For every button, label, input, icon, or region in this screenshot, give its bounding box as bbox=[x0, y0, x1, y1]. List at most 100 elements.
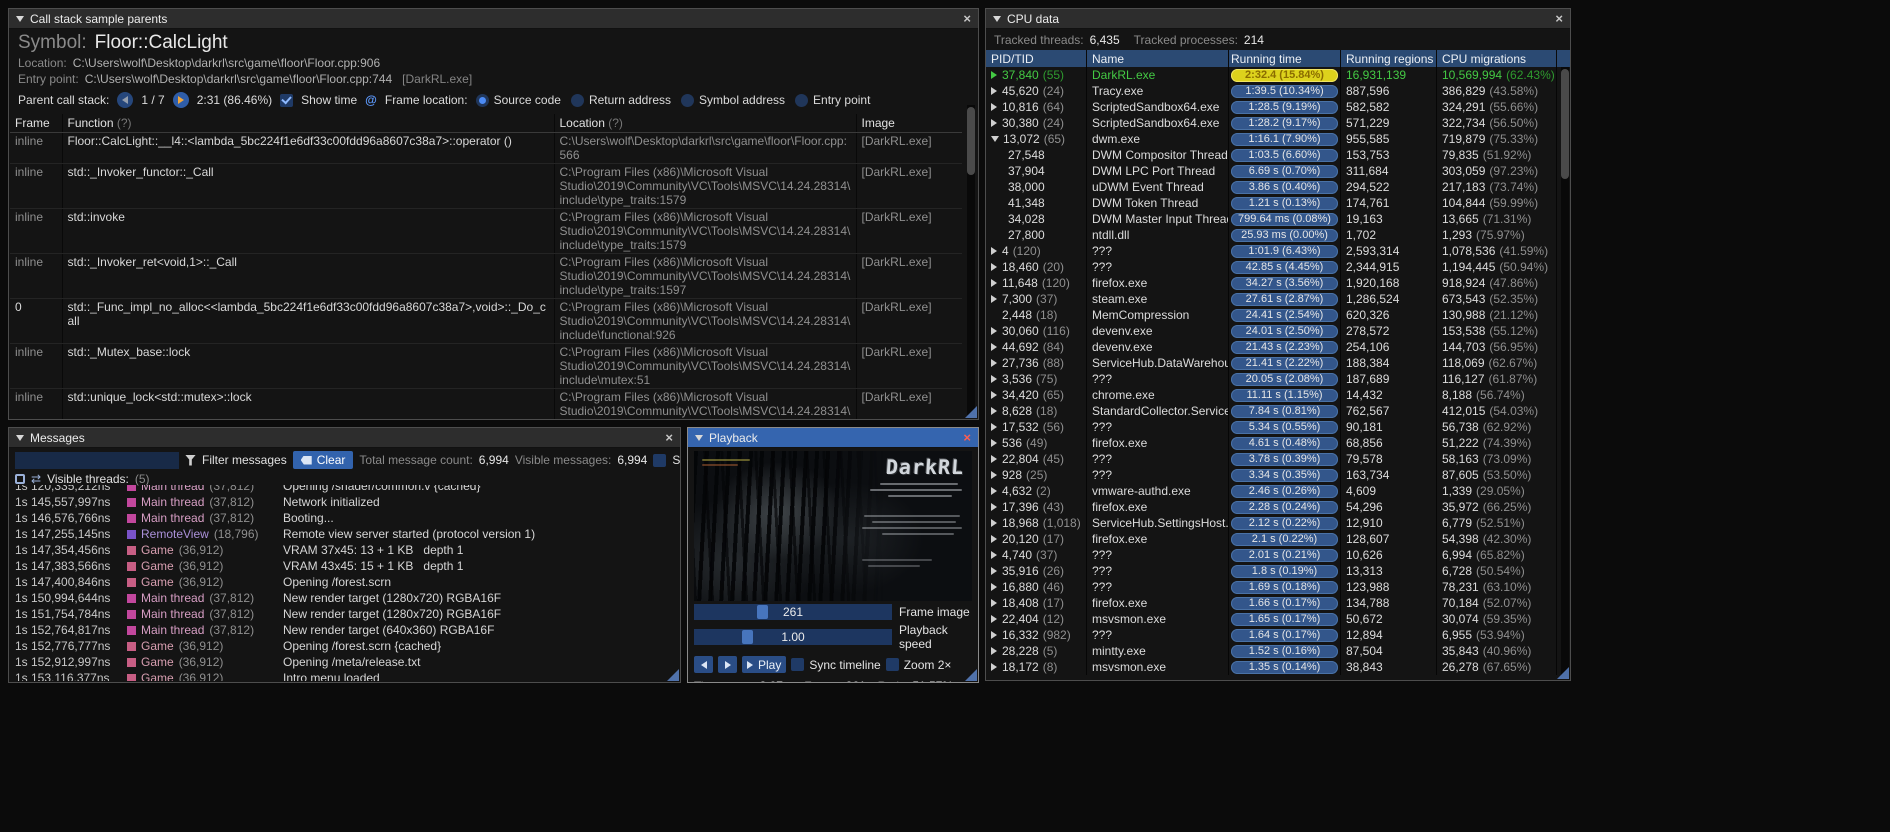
cpu-row[interactable]: 34,420 (65) chrome.exe 11.11 s (1.15%) 14,43… bbox=[986, 387, 1570, 403]
message-row[interactable]: 1s 147,383,566ns Game (36,912) VRAM 43x45: … bbox=[10, 558, 679, 574]
cpu-row[interactable]: 18,968 (1,018) ServiceHub.SettingsHost.ex 2… bbox=[986, 515, 1570, 531]
expand-icon[interactable] bbox=[991, 503, 997, 511]
cpu-row[interactable]: 18,172 (8) msvsmon.exe 1.35 s (0.14%) 38,843… bbox=[986, 659, 1570, 675]
expand-icon[interactable] bbox=[991, 647, 997, 655]
clear-button[interactable]: Clear bbox=[292, 451, 354, 469]
expand-icon[interactable] bbox=[991, 327, 997, 335]
cpu-row[interactable]: 4,632 (2) vmware-authd.exe 2.46 s (0.26%) 4,… bbox=[986, 483, 1570, 499]
callstack-row[interactable]: inline std::_Invoker_ret<void,1>::_Call C:… bbox=[10, 253, 962, 299]
expand-icon[interactable] bbox=[991, 631, 997, 639]
cpu-row[interactable]: 3,536 (75)??? 20.05 s (2.08%) 187,689 116,12… bbox=[986, 371, 1570, 387]
cpu-row[interactable]: 34,028 DWM Master Input Thread 799.64 ms (… bbox=[986, 211, 1570, 227]
expand-icon[interactable] bbox=[991, 375, 997, 383]
next-callstack-button[interactable] bbox=[172, 92, 189, 108]
close-icon[interactable]: × bbox=[665, 431, 673, 444]
radio-icon[interactable] bbox=[681, 93, 694, 107]
col-frame[interactable]: Frame bbox=[10, 114, 63, 133]
collapse-icon[interactable] bbox=[16, 15, 24, 22]
cpu-row[interactable]: 44,692 (84) devenv.exe 21.43 s (2.23%) 254,1… bbox=[986, 339, 1570, 355]
expand-icon[interactable] bbox=[991, 263, 997, 271]
cpu-row[interactable]: 16,880 (46)??? 1.69 s (0.18%) 123,988 78,231… bbox=[986, 579, 1570, 595]
zoom-checkbox[interactable] bbox=[885, 658, 899, 671]
expand-icon[interactable] bbox=[991, 359, 997, 367]
expand-icon[interactable] bbox=[991, 487, 997, 495]
cpu-row[interactable]: 11,648 (120) firefox.exe 34.27 s (3.56%) 1,9… bbox=[986, 275, 1570, 291]
message-row[interactable]: 1s 146,576,766ns Main thread (37,812) Booti… bbox=[10, 510, 679, 526]
expand-icon[interactable] bbox=[991, 407, 997, 415]
collapse-icon[interactable] bbox=[991, 136, 999, 142]
cpu-row[interactable]: 38,000 uDWM Event Thread 3.86 s (0.40%) 294… bbox=[986, 179, 1570, 195]
close-icon[interactable]: × bbox=[963, 12, 971, 25]
cpu-row[interactable]: 28,228 (5) mintty.exe 1.52 s (0.16%) 87,504 3… bbox=[986, 643, 1570, 659]
callstack-titlebar[interactable]: Call stack sample parents × bbox=[9, 9, 978, 29]
cpu-row[interactable]: 536 (49) firefox.exe 4.61 s (0.48%) 68,856 51… bbox=[986, 435, 1570, 451]
cpu-row[interactable]: 27,800 ntdll.dll 25.93 ms (0.00%) 1,702 1,29… bbox=[986, 227, 1570, 243]
frame-location-radio[interactable]: Symbol address bbox=[681, 93, 785, 107]
message-row[interactable]: 1s 152,764,817ns Main thread (37,812) New r… bbox=[10, 622, 679, 638]
previous-frame-button[interactable] bbox=[694, 656, 713, 673]
expand-icon[interactable] bbox=[991, 519, 997, 527]
expand-icon[interactable] bbox=[991, 583, 997, 591]
expand-icon[interactable] bbox=[991, 455, 997, 463]
expand-icon[interactable] bbox=[991, 87, 997, 95]
cpu-row[interactable]: 7,300 (37) steam.exe 27.61 s (2.87%) 1,286,5… bbox=[986, 291, 1570, 307]
show-time-checkbox[interactable] bbox=[280, 93, 294, 107]
col-image[interactable]: Image bbox=[856, 114, 962, 133]
callstack-row[interactable]: inline Floor::CalcLight::__l4::<lambda_5b… bbox=[10, 132, 962, 164]
callstack-row[interactable]: 0 std::_Func_impl_no_alloc<<lambda_5bc224… bbox=[10, 298, 962, 344]
expand-icon[interactable] bbox=[991, 295, 997, 303]
expand-icon[interactable] bbox=[991, 663, 997, 671]
message-row[interactable]: 1s 120,335,212ns Main thread (37,812) Openi… bbox=[10, 485, 679, 494]
cpu-row[interactable]: 17,532 (56)??? 5.34 s (0.55%) 90,181 56,738(… bbox=[986, 419, 1570, 435]
playback-titlebar[interactable]: Playback × bbox=[688, 428, 978, 448]
expand-icon[interactable] bbox=[991, 471, 997, 479]
cpu-row[interactable]: 27,548 DWM Compositor Thread 1:03.5 (6.60%… bbox=[986, 147, 1570, 163]
expand-icon[interactable] bbox=[991, 103, 997, 111]
cpu-scrollbar[interactable] bbox=[1561, 67, 1569, 677]
cpu-row[interactable]: 30,380 (24) ScriptedSandbox64.exe 1:28.2 (9… bbox=[986, 115, 1570, 131]
expand-icon[interactable] bbox=[991, 247, 997, 255]
message-row[interactable]: 1s 151,754,784ns Main thread (37,812) New r… bbox=[10, 606, 679, 622]
expand-icon[interactable] bbox=[991, 423, 997, 431]
cpu-row[interactable]: 30,060 (116) devenv.exe 24.01 s (2.50%) 278,… bbox=[986, 323, 1570, 339]
cpu-row[interactable]: 4 (120)??? 1:01.9 (6.43%) 2,593,314 1,078,53… bbox=[986, 243, 1570, 259]
radio-icon[interactable] bbox=[795, 93, 809, 107]
next-frame-button[interactable] bbox=[718, 656, 737, 673]
expand-icon[interactable] bbox=[991, 439, 997, 447]
message-row[interactable]: 1s 147,400,846ns Game (36,912) Opening /for… bbox=[10, 574, 679, 590]
col-pid-tid[interactable]: PID/TID bbox=[986, 50, 1087, 67]
callstack-row[interactable]: inline std::_Mutex_base::lock C:\Program F… bbox=[10, 343, 962, 389]
frame-slider[interactable]: 261 bbox=[694, 604, 892, 620]
filter-input[interactable] bbox=[15, 451, 179, 469]
message-row[interactable]: 1s 152,912,997ns Game (36,912) Opening /met… bbox=[10, 654, 679, 670]
frame-location-radio[interactable]: Return address bbox=[570, 93, 671, 107]
cpu-row[interactable]: 37,904 DWM LPC Port Thread 6.69 s (0.70%) 3… bbox=[986, 163, 1570, 179]
prev-callstack-button[interactable] bbox=[117, 92, 134, 108]
radio-icon[interactable] bbox=[475, 93, 489, 107]
scrollbar-thumb[interactable] bbox=[1561, 69, 1569, 179]
col-cpu-migrations[interactable]: CPU migrations bbox=[1437, 50, 1557, 67]
close-icon[interactable]: × bbox=[1555, 12, 1563, 25]
cpu-row[interactable]: 41,348 DWM Token Thread 1.21 s (0.13%) 174,… bbox=[986, 195, 1570, 211]
cpu-row[interactable]: 16,332 (982)??? 1.64 s (0.17%) 12,894 6,955(… bbox=[986, 627, 1570, 643]
resize-grip[interactable] bbox=[965, 406, 977, 418]
cpu-row[interactable]: 17,396 (43) firefox.exe 2.28 s (0.24%) 54,29… bbox=[986, 499, 1570, 515]
cpu-row[interactable]: 4,740 (37)??? 2.01 s (0.21%) 10,626 6,994 (65… bbox=[986, 547, 1570, 563]
expand-icon[interactable] bbox=[991, 599, 997, 607]
cpu-row[interactable]: 13,072 (65) dwm.exe 1:16.1 (7.90%) 955,585 71… bbox=[986, 131, 1570, 147]
frame-location-radio[interactable]: Entry point bbox=[795, 93, 870, 107]
cpu-row[interactable]: 22,404 (12) msvsmon.exe 1.65 s (0.17%) 50,67… bbox=[986, 611, 1570, 627]
collapse-icon[interactable] bbox=[16, 434, 24, 441]
resize-grip[interactable] bbox=[1557, 667, 1569, 679]
messages-titlebar[interactable]: Messages × bbox=[9, 428, 680, 448]
callstack-row[interactable]: inline std::invoke C:\Program Files (x86)\… bbox=[10, 208, 962, 254]
cpu-row[interactable]: 20,120 (17) firefox.exe 2.1 s (0.22%) 128,60… bbox=[986, 531, 1570, 547]
resize-grip[interactable] bbox=[667, 669, 679, 681]
callstack-scrollbar[interactable] bbox=[967, 105, 975, 415]
radio-icon[interactable] bbox=[570, 93, 584, 107]
cpu-row[interactable]: 18,408 (17) firefox.exe 1.66 s (0.17%) 134,7… bbox=[986, 595, 1570, 611]
resize-grip[interactable] bbox=[965, 669, 977, 681]
expand-icon[interactable] bbox=[991, 71, 997, 79]
callstack-row[interactable]: inline std::_Invoker_functor::_Call C:\Pro… bbox=[10, 163, 962, 209]
collapse-icon[interactable] bbox=[695, 434, 703, 441]
